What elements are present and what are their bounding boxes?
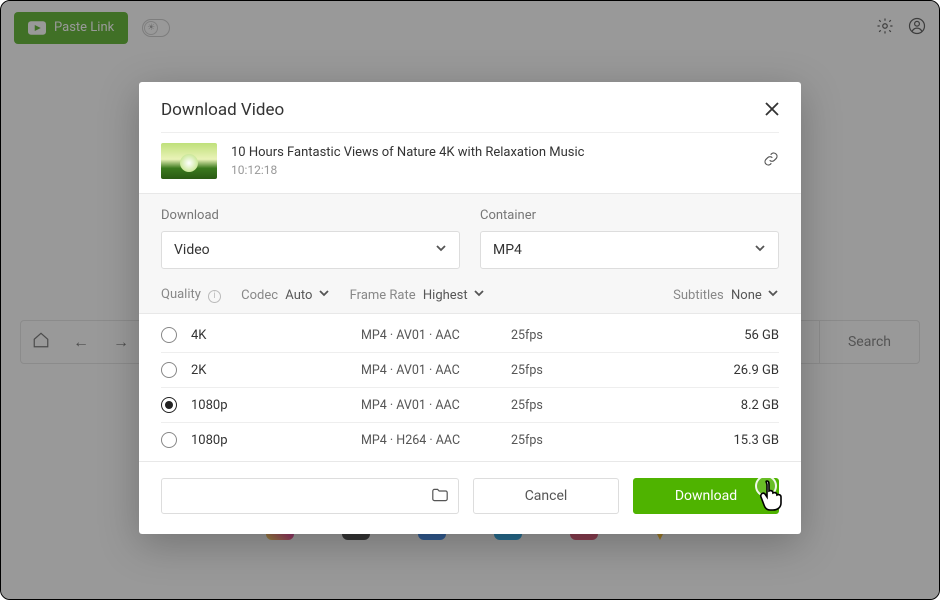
radio-icon [161, 432, 177, 448]
quality-info-icon[interactable]: i [208, 290, 221, 303]
codec-filter[interactable]: Codec Auto [241, 287, 330, 303]
container-select[interactable]: MP4 [480, 231, 779, 269]
close-button[interactable] [765, 101, 779, 120]
copy-link-button[interactable] [763, 151, 779, 171]
quality-fps: 25fps [511, 433, 611, 448]
quality-name: 1080p [191, 398, 361, 413]
quality-codec: MP4 · H264 · AAC [361, 433, 511, 448]
video-thumbnail [161, 143, 217, 179]
quality-codec: MP4 · AV01 · AAC [361, 328, 511, 343]
quality-fps: 25fps [511, 363, 611, 378]
quality-size: 26.9 GB [733, 363, 779, 378]
quality-name: 1080p [191, 433, 361, 448]
quality-option[interactable]: 1080pMP4 · AV01 · AAC25fps 8.2 GB [161, 388, 779, 422]
chevron-down-icon [318, 287, 330, 299]
quality-size: 15.3 GB [733, 433, 779, 448]
subtitles-filter[interactable]: Subtitles None [673, 287, 779, 303]
container-label: Container [480, 208, 779, 223]
dialog-title: Download Video [161, 100, 284, 120]
folder-icon[interactable] [432, 487, 448, 506]
video-title: 10 Hours Fantastic Views of Nature 4K wi… [231, 145, 584, 162]
quality-codec: MP4 · AV01 · AAC [361, 398, 511, 413]
video-duration: 10:12:18 [231, 163, 584, 177]
save-path-input[interactable] [161, 478, 459, 514]
quality-option[interactable]: 4KMP4 · AV01 · AAC25fps 56 GB [161, 318, 779, 352]
cancel-button[interactable]: Cancel [473, 478, 619, 514]
quality-option[interactable]: 2KMP4 · AV01 · AAC25fps 26.9 GB [161, 353, 779, 387]
framerate-filter[interactable]: Frame Rate Highest [350, 287, 485, 303]
chevron-down-icon [767, 287, 779, 299]
radio-icon [161, 327, 177, 343]
quality-filter-label: Quality [161, 287, 201, 302]
download-button[interactable]: Download [633, 478, 779, 514]
chevron-down-icon [754, 242, 766, 258]
quality-fps: 25fps [511, 398, 611, 413]
quality-size: 56 GB [744, 328, 779, 343]
quality-option[interactable]: 1080pMP4 · H264 · AAC25fps 15.3 GB [161, 423, 779, 457]
download-type-select[interactable]: Video [161, 231, 460, 269]
download-type-label: Download [161, 208, 460, 223]
quality-name: 4K [191, 328, 361, 343]
radio-icon [161, 362, 177, 378]
quality-name: 2K [191, 363, 361, 378]
quality-codec: MP4 · AV01 · AAC [361, 363, 511, 378]
download-video-dialog: Download Video 10 Hours Fantastic Views … [139, 82, 801, 534]
chevron-down-icon [435, 242, 447, 258]
quality-fps: 25fps [511, 328, 611, 343]
chevron-down-icon [473, 287, 485, 299]
quality-size: 8.2 GB [741, 398, 779, 413]
radio-icon [161, 397, 177, 413]
